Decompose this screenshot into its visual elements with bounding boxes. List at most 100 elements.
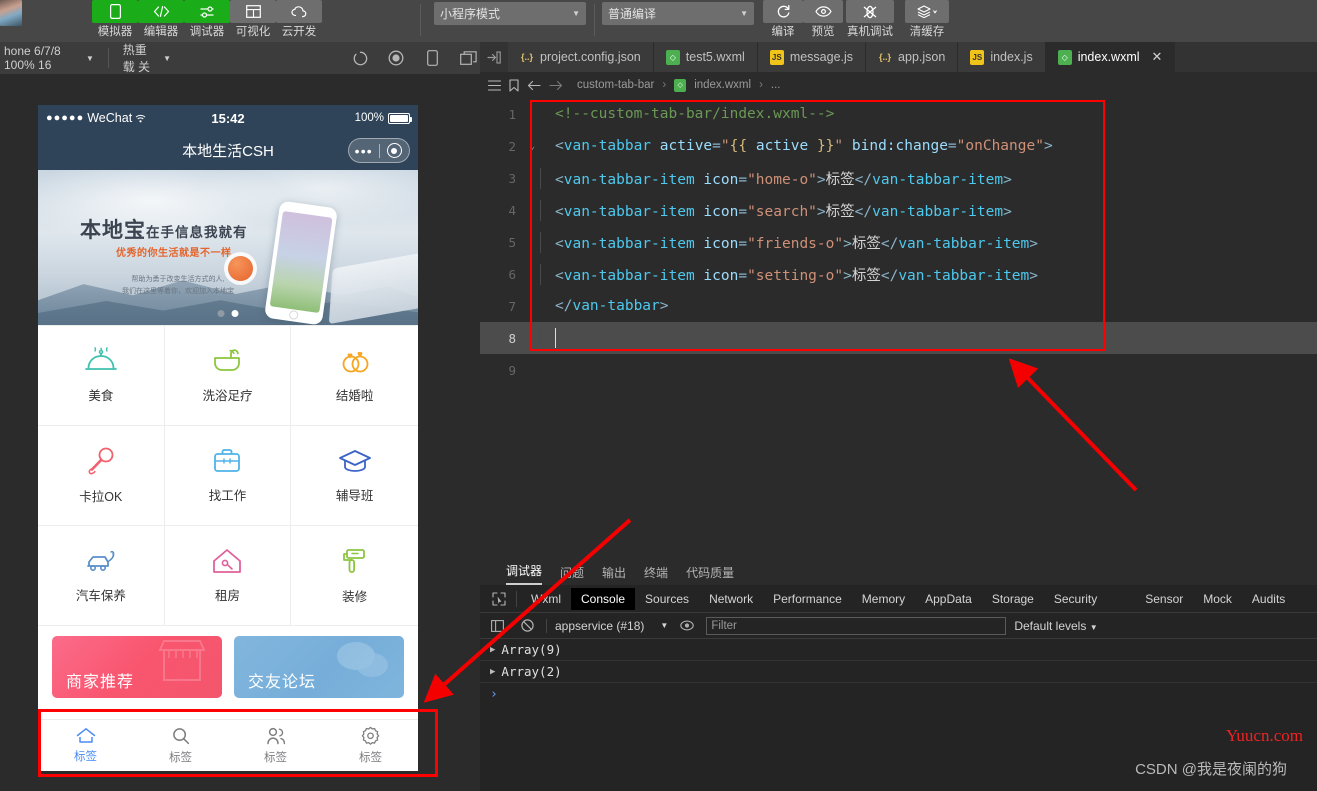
toolbar-button-editor[interactable]: 编辑器: [138, 0, 184, 42]
breadcrumb-folder[interactable]: custom-tab-bar: [577, 79, 654, 91]
windows-icon[interactable]: [458, 42, 480, 74]
tabbar-item-search[interactable]: 标签: [133, 720, 228, 771]
console-context-select[interactable]: appservice (#18) ▼: [555, 619, 668, 633]
promo-card-merchant[interactable]: 商家推荐: [52, 636, 222, 698]
code-line[interactable]: 7 </van-tabbar>: [480, 290, 1317, 322]
devtools-tab-terminal[interactable]: 终端: [644, 564, 668, 585]
phone-icon[interactable]: [422, 42, 444, 74]
grid-item-tutoring[interactable]: 辅导班: [291, 426, 418, 526]
close-icon[interactable]: ✕: [1152, 49, 1163, 65]
devtools-panel-console[interactable]: Console: [571, 587, 636, 610]
editor-tab-project-config[interactable]: {..} project.config.json: [508, 42, 654, 72]
devtools-panel-security[interactable]: Security: [1044, 588, 1107, 610]
eye-icon[interactable]: [676, 620, 698, 631]
breadcrumb-more[interactable]: ...: [771, 79, 781, 91]
mode-select[interactable]: 小程序模式 ▼: [434, 2, 586, 25]
toolbar-button-debugger[interactable]: 调试器: [184, 0, 230, 42]
grid-item-decoration[interactable]: 装修: [291, 526, 418, 626]
watermark-credit: CSDN @我是夜阑的狗: [1135, 761, 1287, 778]
promo-card-label: 交友论坛: [248, 674, 317, 691]
code-line[interactable]: 4 <van-tabbar-item icon="search">标签</van-…: [480, 194, 1317, 226]
editor-tab-test5-wxml[interactable]: ◇ test5.wxml: [653, 42, 758, 72]
grid-item-rent[interactable]: 租房: [164, 526, 292, 626]
grid-item-jobs[interactable]: 找工作: [164, 426, 292, 526]
console-input-prompt[interactable]: ›: [480, 683, 1317, 705]
console-filter-input[interactable]: Filter: [706, 616, 1007, 635]
devtools-panel-memory[interactable]: Memory: [852, 588, 915, 610]
devtools-panel-performance[interactable]: Performance: [763, 588, 852, 610]
devtools-panel-wxml[interactable]: Wxml: [521, 588, 571, 610]
wechat-capsule[interactable]: •••: [348, 138, 410, 163]
user-avatar[interactable]: [0, 0, 22, 26]
code-line[interactable]: 6 <van-tabbar-item icon="setting-o">标签</v…: [480, 258, 1317, 290]
tabbar-item-home[interactable]: 标签: [38, 720, 133, 771]
grid-item-bath[interactable]: 洗浴足疗: [164, 326, 292, 426]
promo-card-forum[interactable]: 交友论坛: [234, 636, 404, 698]
console-row[interactable]: ▶ Array(2): [480, 661, 1317, 683]
console-row[interactable]: ▶ Array(9): [480, 639, 1317, 661]
record-icon[interactable]: [385, 42, 407, 74]
expand-triangle-icon[interactable]: ▶: [490, 645, 495, 655]
code-area[interactable]: 1 <!--custom-tab-bar/index.wxml--> 2 ⌄ <van-…: [480, 98, 1317, 557]
fold-chevron-icon[interactable]: ⌄: [526, 141, 538, 152]
code-line[interactable]: 1 <!--custom-tab-bar/index.wxml-->: [480, 98, 1317, 130]
sidebar-toggle-icon[interactable]: [486, 619, 508, 632]
devtools-panel-audits[interactable]: Audits: [1242, 588, 1295, 610]
grid-item-food[interactable]: 美食: [38, 326, 165, 426]
tabbar-item-setting[interactable]: 标签: [323, 720, 418, 771]
toolbar-button-visualize[interactable]: 可视化: [230, 0, 276, 42]
refresh-circle-icon[interactable]: [349, 42, 371, 74]
code-token: <: [555, 138, 564, 154]
devtools-tab-problems[interactable]: 问题: [560, 564, 584, 585]
bookmark-icon[interactable]: [509, 78, 519, 92]
toolbar-button-preview[interactable]: 预览: [800, 0, 846, 42]
devtools-tab-code-quality[interactable]: 代码质量: [686, 564, 734, 585]
editor-tab-app-json[interactable]: {..} app.json: [866, 42, 959, 72]
devtools-tab-output[interactable]: 输出: [602, 564, 626, 585]
compile-select[interactable]: 普通编译 ▼: [602, 2, 754, 25]
grid-item-wedding[interactable]: 结婚啦: [291, 326, 418, 426]
code-line[interactable]: 9: [480, 354, 1317, 386]
code-line[interactable]: 8: [480, 322, 1317, 354]
close-target-icon[interactable]: [380, 143, 410, 158]
toolbar-button-clear-cache[interactable]: 清缓存: [902, 0, 952, 42]
devtools-panel-sensor[interactable]: Sensor: [1135, 588, 1193, 610]
editor-tab-index-js[interactable]: JS index.js: [958, 42, 1046, 72]
back-arrow-icon[interactable]: [527, 80, 541, 91]
expand-triangle-icon[interactable]: ▶: [490, 667, 495, 677]
toolbar-button-device-debug[interactable]: 真机调试: [842, 0, 898, 42]
code-line[interactable]: 5 <van-tabbar-item icon="friends-o">标签</v…: [480, 226, 1317, 258]
editor-tab-index-wxml[interactable]: ◇ index.wxml ✕: [1045, 42, 1176, 72]
outline-icon[interactable]: [488, 79, 501, 91]
forward-arrow-icon[interactable]: [549, 80, 563, 91]
grid-item-label: 辅导班: [335, 489, 374, 503]
devtools-panel-storage[interactable]: Storage: [982, 588, 1044, 610]
hotreload-select[interactable]: 热重载 关 ▼: [123, 41, 171, 75]
home-banner[interactable]: 本地宝在手信息我就有 优秀的你生活就是不一样 帮助为勇于改变生活方式的人, 我们…: [38, 170, 418, 325]
editor-tab-label: project.config.json: [540, 50, 641, 64]
device-select[interactable]: hone 6/7/8 100% 16 ▼: [0, 44, 94, 72]
devtools-panel-appdata[interactable]: AppData: [915, 588, 982, 610]
tabbar-item-friends[interactable]: 标签: [228, 720, 323, 771]
editor-tab-message-js[interactable]: JS message.js: [757, 42, 867, 72]
code-line[interactable]: 2 ⌄ <van-tabbar active="{{ active }}" bind…: [480, 130, 1317, 162]
devtools-panel-sources[interactable]: Sources: [635, 588, 699, 610]
grid-item-karaoke[interactable]: 卡拉OK: [38, 426, 165, 526]
panel-toggle-icon[interactable]: [480, 42, 508, 72]
friends-o-icon: [266, 727, 285, 744]
toolbar-button-cloud[interactable]: 云开发: [276, 0, 322, 42]
banner-indicator[interactable]: [217, 310, 239, 317]
toolbar-mode-buttons: 模拟器 编辑器 调试器 可视化 云开发: [92, 0, 322, 42]
console-levels-select[interactable]: Default levels ▼: [1014, 619, 1097, 633]
devtools-tab-debugger[interactable]: 调试器: [506, 562, 543, 585]
toolbar-button-simulator[interactable]: 模拟器: [92, 0, 138, 42]
breadcrumb-file[interactable]: index.wxml: [694, 79, 751, 91]
inspect-element-icon[interactable]: [486, 591, 512, 606]
clear-console-icon[interactable]: [516, 619, 538, 632]
devtools-panel-mock[interactable]: Mock: [1193, 588, 1242, 610]
code-line[interactable]: 3 <van-tabbar-item icon="home-o">标签</van-…: [480, 162, 1317, 194]
compile-select-value: 普通编译: [608, 7, 657, 21]
devtools-panel-network[interactable]: Network: [699, 588, 763, 610]
wxml-file-icon: ◇: [674, 78, 687, 92]
grid-item-car[interactable]: 汽车保养: [38, 526, 165, 626]
